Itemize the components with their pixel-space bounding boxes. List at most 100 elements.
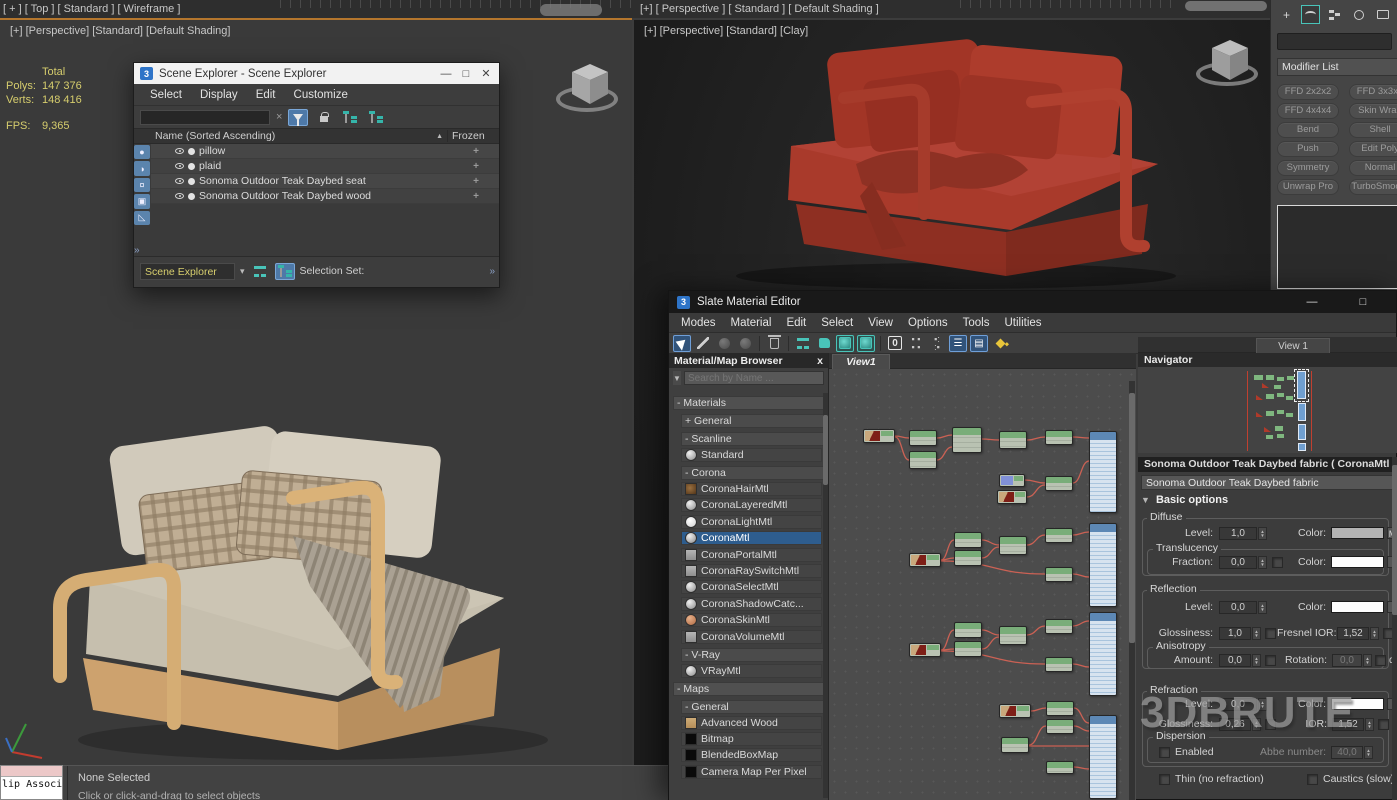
object-name-field[interactable] bbox=[1277, 33, 1392, 50]
layers-icon[interactable] bbox=[250, 263, 270, 280]
map-node[interactable] bbox=[909, 430, 937, 446]
map-node[interactable] bbox=[1045, 476, 1073, 491]
scene-explorer-menu-edit[interactable]: Edit bbox=[256, 89, 276, 101]
browser-item-coronamtl[interactable]: CoronaMtl bbox=[681, 531, 822, 545]
fraction-field[interactable]: 0,0 bbox=[1219, 556, 1257, 569]
abbe-spinner[interactable]: ▲▼ bbox=[1364, 746, 1373, 759]
maximize-button[interactable]: □ bbox=[459, 68, 473, 80]
browser-header[interactable]: Material/Map Browser x bbox=[669, 353, 828, 368]
slate-menu-tools[interactable]: Tools bbox=[963, 317, 990, 329]
diffuse-level-spinner[interactable]: ▲▼ bbox=[1258, 527, 1267, 540]
browser-group--materials[interactable]: - Materials bbox=[673, 396, 824, 410]
fresnel-ior-field[interactable]: 1,52 bbox=[1337, 627, 1369, 640]
abbe-number-field[interactable]: 40,0 bbox=[1331, 746, 1363, 759]
browser-search-input[interactable] bbox=[684, 371, 824, 385]
map-node[interactable] bbox=[999, 431, 1027, 449]
fraction-spinner[interactable]: ▲▼ bbox=[1258, 556, 1267, 569]
viewport-label[interactable]: [+] [Perspective] [Standard] [Default Sh… bbox=[10, 25, 230, 37]
browser-item-coronashadowcatc-[interactable]: CoronaShadowCatc... bbox=[681, 597, 822, 611]
hierarchy-mode-icon[interactable] bbox=[275, 263, 295, 280]
scene-explorer-row[interactable]: plaid+ bbox=[151, 159, 499, 174]
minimize-button[interactable]: — bbox=[439, 68, 453, 80]
browser-item-coronalayeredmtl[interactable]: CoronaLayeredMtl bbox=[681, 498, 822, 512]
slate-titlebar[interactable]: 3 Slate Material Editor — □ bbox=[669, 291, 1396, 313]
show-map-in-viewport-icon[interactable] bbox=[836, 335, 854, 352]
slate-menu-material[interactable]: Material bbox=[731, 317, 772, 329]
modifier-stack[interactable] bbox=[1277, 205, 1397, 289]
browser-item-coronarayswitchmtl[interactable]: CoronaRaySwitchMtl bbox=[681, 564, 822, 578]
modifier-button-bend[interactable]: Bend bbox=[1277, 122, 1339, 138]
search-input[interactable] bbox=[140, 110, 270, 125]
scene-explorer-menu-display[interactable]: Display bbox=[200, 89, 238, 101]
map-node[interactable] bbox=[1001, 737, 1029, 753]
minimize-button[interactable]: — bbox=[1305, 296, 1319, 308]
modify-tab[interactable] bbox=[1301, 5, 1320, 24]
material-name-field[interactable]: Sonoma Outdoor Teak Daybed fabric bbox=[1141, 475, 1395, 490]
pick-material-icon[interactable] bbox=[694, 335, 712, 352]
modifier-button-ffd-4x4x4[interactable]: FFD 4x4x4 bbox=[1277, 103, 1339, 119]
name-column-header[interactable]: Name (Sorted Ascending) bbox=[155, 130, 436, 142]
reflection-glossiness-spinner[interactable]: ▲▼ bbox=[1252, 627, 1261, 640]
ior-spinner[interactable]: ▲▼ bbox=[1365, 718, 1374, 731]
material-node[interactable] bbox=[1089, 715, 1117, 799]
rotation-map-checkbox[interactable] bbox=[1375, 655, 1386, 666]
parameter-editor-toggle-icon[interactable]: ▤ bbox=[970, 335, 988, 352]
slate-menu-options[interactable]: Options bbox=[908, 317, 948, 329]
bitmap-node[interactable] bbox=[909, 553, 941, 567]
modifier-button-edit-poly[interactable]: Edit Poly bbox=[1349, 141, 1397, 157]
color-node[interactable] bbox=[999, 474, 1025, 487]
map-node[interactable] bbox=[954, 622, 982, 638]
helpers-filter-icon[interactable]: ◺ bbox=[134, 211, 150, 225]
layout-all-icon[interactable] bbox=[815, 335, 833, 352]
create-tab[interactable]: + bbox=[1277, 5, 1296, 24]
browser-item-vraymtl[interactable]: VRayMtl bbox=[681, 664, 822, 678]
browser-item-coronaselectmtl[interactable]: CoronaSelectMtl bbox=[681, 580, 822, 594]
footer-chevrons[interactable]: » bbox=[489, 266, 495, 277]
collapse-tree-icon[interactable] bbox=[366, 109, 386, 126]
modifier-button-shell[interactable]: Shell bbox=[1349, 122, 1397, 138]
browser-close-icon[interactable]: x bbox=[817, 355, 823, 367]
browser-group--maps[interactable]: - Maps bbox=[673, 682, 824, 696]
graph-scrollbar[interactable] bbox=[1129, 381, 1135, 800]
lights-filter-icon[interactable]: ¤ bbox=[134, 178, 150, 192]
delete-icon[interactable] bbox=[765, 335, 783, 352]
modifier-button-skin-wrap[interactable]: Skin Wrap bbox=[1349, 103, 1397, 119]
viewcube-cube[interactable] bbox=[564, 56, 616, 110]
browser-item-blendedboxmap[interactable]: BlendedBoxMap bbox=[681, 748, 822, 762]
browser-item-coronahairmtl[interactable]: CoronaHairMtl bbox=[681, 482, 822, 496]
map-node[interactable] bbox=[1045, 430, 1073, 445]
frozen-icon[interactable]: + bbox=[453, 176, 499, 187]
bitmap-node[interactable] bbox=[997, 490, 1027, 504]
frozen-icon[interactable]: + bbox=[453, 161, 499, 172]
map-node[interactable] bbox=[954, 532, 982, 548]
modifier-button-turbosmooth[interactable]: TurboSmooth bbox=[1349, 179, 1397, 195]
rotation-spinner[interactable]: ▲▼ bbox=[1363, 654, 1372, 667]
caustics-checkbox[interactable] bbox=[1307, 774, 1318, 785]
lock-icon[interactable] bbox=[314, 109, 334, 126]
bitmap-node[interactable] bbox=[909, 643, 941, 657]
material-node[interactable] bbox=[1089, 431, 1117, 513]
map-node[interactable] bbox=[1045, 567, 1073, 582]
node-graph-view[interactable] bbox=[829, 369, 1136, 800]
navigator-header[interactable]: Navigator bbox=[1138, 353, 1397, 367]
basic-options-rollout[interactable]: ▼ Basic options bbox=[1141, 494, 1228, 506]
geometry-filter-icon[interactable]: ● bbox=[134, 145, 150, 159]
browser-group--scanline[interactable]: - Scanline bbox=[681, 432, 824, 446]
material-map-browser-toggle-icon[interactable]: ☰ bbox=[949, 335, 967, 352]
map-node[interactable] bbox=[1046, 761, 1074, 774]
scene-explorer-titlebar[interactable]: 3 Scene Explorer - Scene Explorer — □ ✕ bbox=[134, 63, 499, 84]
bitmap-node[interactable] bbox=[863, 429, 895, 443]
visibility-eye-icon[interactable] bbox=[175, 193, 184, 199]
frozen-icon[interactable]: + bbox=[453, 146, 499, 157]
slate-menu-modes[interactable]: Modes bbox=[681, 317, 716, 329]
visibility-eye-icon[interactable] bbox=[175, 163, 184, 169]
daybed-render-clay[interactable] bbox=[676, 36, 1221, 292]
align-icon[interactable]: ▪::▪ bbox=[928, 335, 946, 352]
translucency-color-swatch[interactable] bbox=[1331, 556, 1384, 568]
scene-explorer-menu-select[interactable]: Select bbox=[150, 89, 182, 101]
browser-item-coronaskinmtl[interactable]: CoronaSkinMtl bbox=[681, 613, 822, 627]
material-param-header[interactable]: Sonoma Outdoor Teak Daybed fabric ( Coro… bbox=[1138, 457, 1397, 472]
frozen-icon[interactable]: + bbox=[453, 191, 499, 202]
amount-field[interactable]: 0,0 bbox=[1219, 654, 1251, 667]
map-node[interactable] bbox=[909, 451, 937, 469]
